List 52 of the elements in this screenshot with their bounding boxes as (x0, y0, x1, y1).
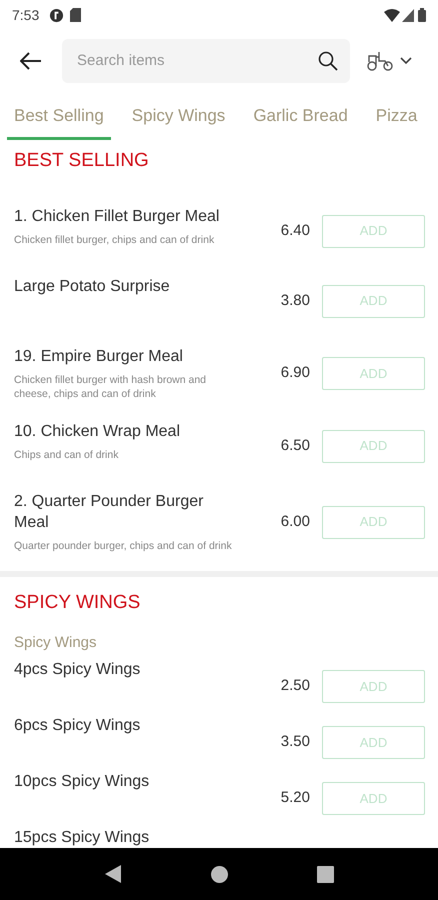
delivery-mode-button[interactable] (366, 51, 412, 71)
back-nav-icon[interactable] (104, 865, 122, 883)
back-arrow-icon (20, 52, 42, 70)
item-name: 15pcs Spicy Wings (14, 828, 150, 848)
home-nav-icon[interactable] (210, 866, 228, 882)
item-price: 3.50 (280, 732, 310, 752)
item-price: 3.80 (280, 290, 310, 311)
add-button[interactable]: ADD (322, 506, 425, 538)
status-time: 7:53 (12, 6, 40, 24)
add-button[interactable]: ADD (322, 284, 425, 318)
item-description: Quarter pounder burger, chips and can of drink (14, 539, 233, 553)
item-description: Chips and can of drink (14, 448, 120, 462)
item-price: 6.00 (280, 512, 310, 532)
add-button[interactable]: ADD (322, 430, 425, 462)
search-field[interactable]: Search items (62, 39, 350, 83)
app-notification-icon (49, 8, 64, 22)
category-tab[interactable]: Best Selling (7, 92, 111, 140)
signal-icon (402, 8, 414, 22)
wifi-icon (384, 8, 400, 22)
item-name: 6pcs Spicy Wings (14, 716, 142, 736)
category-tab[interactable]: Spicy Wings (124, 92, 232, 140)
add-button[interactable]: ADD (322, 782, 425, 815)
category-tab[interactable]: Pizza (368, 92, 424, 140)
subcategory-label: Spicy Wings (13, 633, 98, 653)
item-price: 5.20 (280, 788, 310, 808)
item-name: Large Potato Surprise (14, 277, 171, 297)
item-name: 10. Chicken Wrap Meal (14, 422, 181, 442)
item-price: 6.40 (280, 220, 310, 241)
item-name: 1. Chicken Fillet Burger Meal (14, 207, 220, 227)
item-price: 2.50 (280, 676, 310, 696)
item-name: 19. Empire Burger Meal (14, 347, 184, 367)
add-button[interactable]: ADD (322, 726, 425, 759)
item-name: 4pcs Spicy Wings (14, 660, 142, 680)
search-input[interactable]: Search items (77, 50, 318, 72)
chevron-down-icon (400, 57, 412, 65)
recents-nav-icon[interactable] (316, 866, 334, 882)
item-description: Chicken fillet burger with hash brown and cheese, chips and can of drink (14, 373, 208, 401)
section-heading: BEST SELLING (13, 149, 150, 173)
item-description: Chicken fillet burger, chips and can of drink (14, 233, 216, 247)
item-name: 2. Quarter Pounder Burger Meal (14, 492, 204, 533)
scooter-icon (366, 51, 394, 71)
add-button[interactable]: ADD (322, 670, 425, 703)
category-tab[interactable]: Garlic Bread (246, 92, 355, 140)
item-price: 6.90 (280, 363, 310, 384)
section-heading: SPICY WINGS (13, 591, 142, 615)
battery-icon (418, 8, 426, 22)
item-name: 10pcs Spicy Wings (14, 772, 150, 792)
add-button[interactable]: ADD (322, 357, 425, 390)
search-icon (318, 51, 338, 71)
add-button[interactable]: ADD (322, 214, 425, 248)
item-price: 6.50 (280, 436, 310, 456)
sd-card-icon (70, 8, 82, 22)
